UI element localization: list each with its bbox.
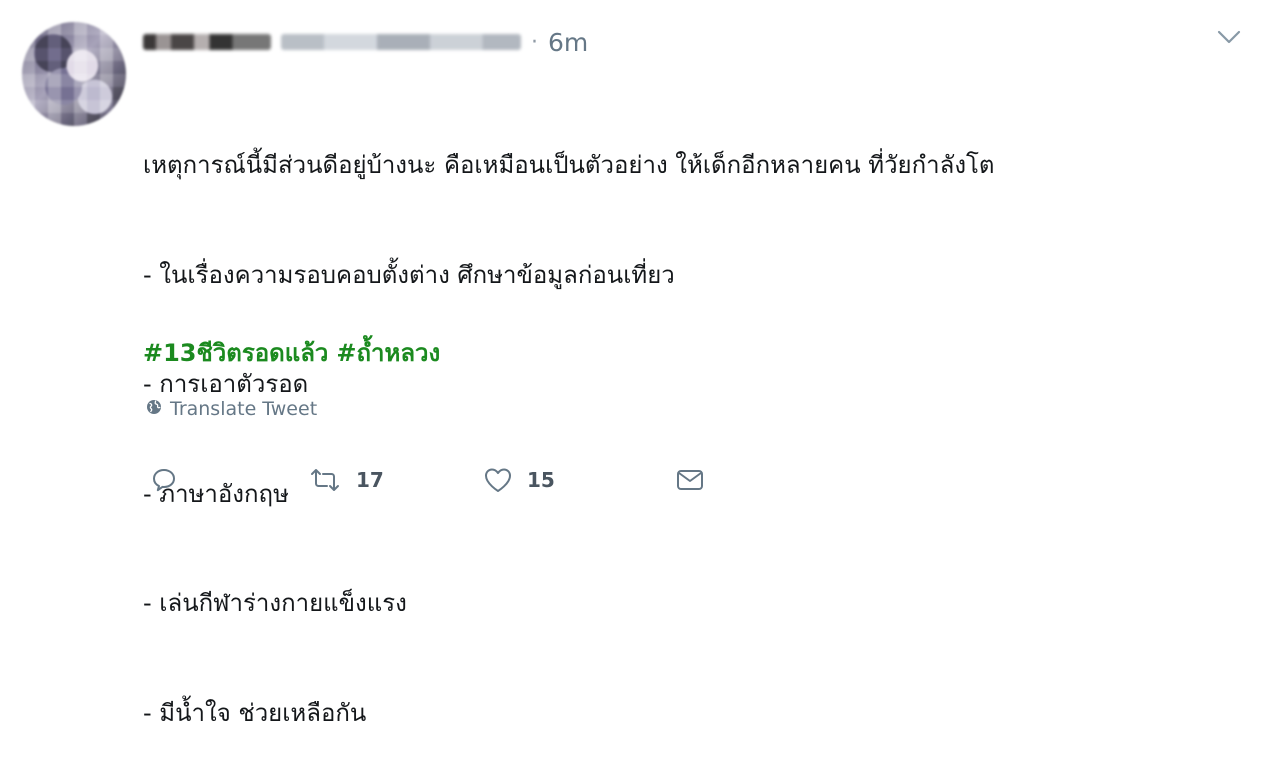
hashtag-link[interactable]: #13ชีวิตรอดแล้ว [143, 339, 328, 367]
reply-button[interactable] [150, 466, 308, 494]
heart-icon [483, 466, 513, 494]
tweet-line: เหตุการณ์นี้มีส่วนดีอยู่บ้างนะ คือเหมือน… [143, 151, 995, 179]
envelope-icon [675, 467, 705, 493]
retweet-count: 17 [356, 468, 384, 492]
tweet-text: เหตุการณ์นี้มีส่วนดีอยู่บ้างนะ คือเหมือน… [143, 74, 1233, 768]
hashtag-link[interactable]: #ถ้ำหลวง [336, 339, 440, 367]
translate-tweet-link[interactable]: Translate Tweet [146, 398, 317, 420]
separator-dot: · [531, 29, 538, 55]
username-blurred[interactable] [281, 34, 521, 50]
tweet-actions: 17 15 [150, 460, 705, 500]
like-count: 15 [527, 468, 555, 492]
hashtags: #13ชีวิตรอดแล้ว #ถ้ำหลวง [143, 335, 448, 371]
timestamp[interactable]: 6m [548, 28, 588, 57]
chevron-down-icon[interactable] [1214, 26, 1244, 48]
like-button[interactable]: 15 [483, 466, 675, 494]
reply-icon [150, 466, 178, 494]
avatar[interactable] [22, 22, 126, 126]
retweet-icon [308, 467, 342, 493]
retweet-button[interactable]: 17 [308, 467, 483, 493]
translate-label: Translate Tweet [170, 398, 318, 420]
tweet-line: - ในเรื่องความรอบคอบตั้งต่าง ศึกษาข้อมูล… [143, 260, 675, 289]
direct-message-button[interactable] [675, 467, 705, 493]
globe-icon [146, 398, 162, 420]
tweet-header: · 6m [143, 26, 588, 58]
tweet-line: - เล่นกีฬาร่างกายแข็งแรง [143, 589, 407, 617]
display-name-blurred[interactable] [143, 34, 271, 50]
tweet-line: - มีน้ำใจ ช่วยเหลือกัน [143, 698, 367, 727]
